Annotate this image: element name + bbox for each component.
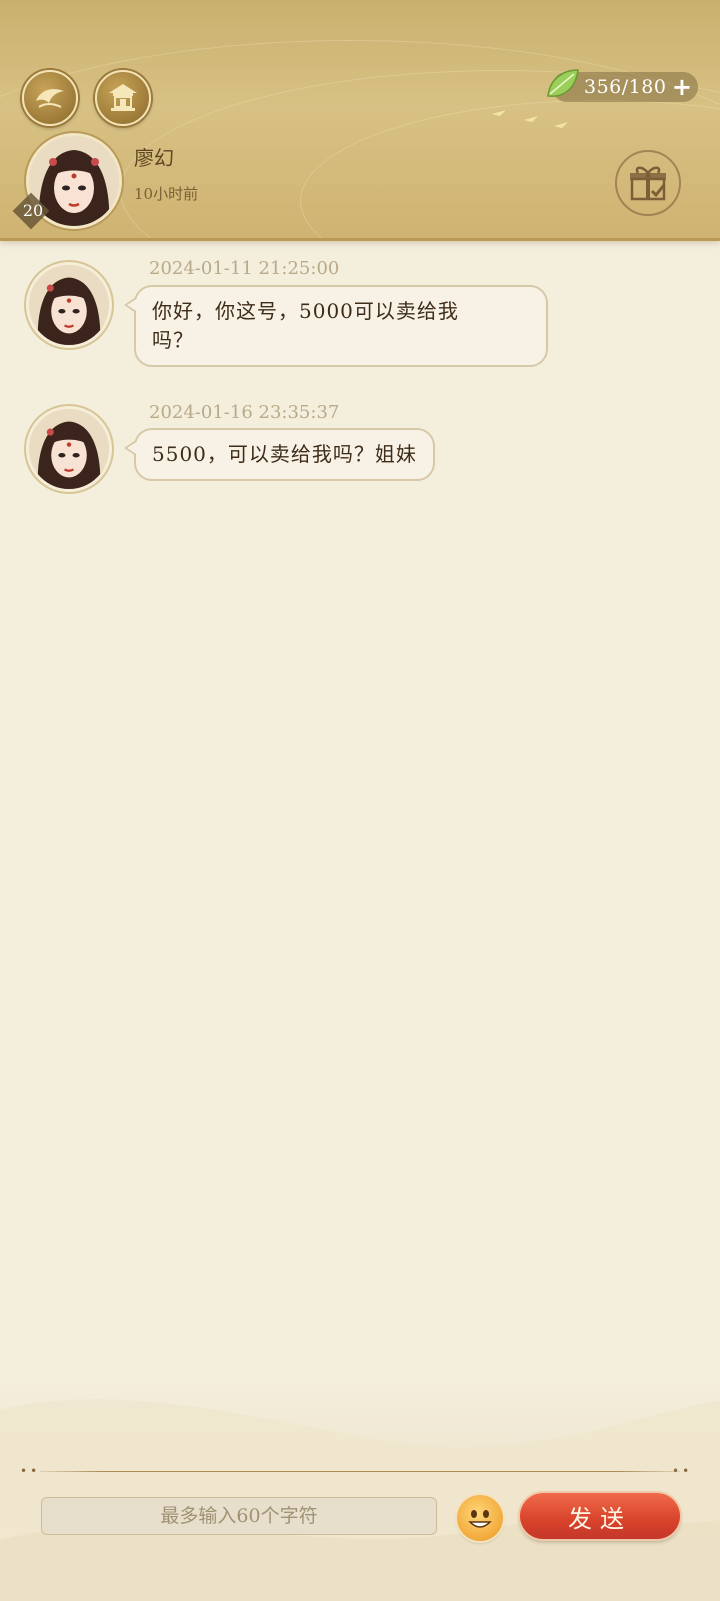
message-input[interactable] [41, 1497, 437, 1535]
stamina-value: 356/180 [584, 76, 667, 98]
add-stamina-button[interactable]: + [672, 73, 692, 101]
birds-decoration [492, 110, 568, 128]
divider-dots: •• [672, 1464, 693, 1478]
send-button[interactable]: 发送 [520, 1493, 680, 1539]
sender-avatar[interactable] [26, 262, 112, 348]
wave-decoration [0, 1399, 720, 1601]
message-bubble[interactable]: 5500，可以卖给我吗？姐妹 [124, 428, 435, 481]
message-text-line: 你好，你这号，5000可以卖给我 [152, 299, 459, 323]
story-icon [36, 89, 64, 108]
leaf-icon [547, 69, 579, 97]
portrait-image [29, 265, 109, 345]
last-seen-text: 10小时前 [134, 185, 199, 203]
emoji-button[interactable] [457, 1495, 503, 1541]
pavilion-icon [109, 84, 137, 111]
message-timestamp: 2024-01-11 21:25:00 [149, 258, 340, 279]
stamina-counter: 356/180 + [547, 69, 698, 102]
emoji-icon [468, 1510, 492, 1528]
story-button[interactable] [22, 70, 78, 126]
input-area-background [0, 1380, 720, 1601]
chat-header: 356/180 + 20 廖幻 10小时前 [0, 0, 720, 241]
pavilion-button[interactable] [95, 70, 151, 126]
level-value: 20 [22, 201, 44, 220]
divider-dots: •• [20, 1464, 41, 1478]
contact-name: 廖幻 [134, 146, 174, 170]
sender-avatar[interactable] [26, 406, 112, 492]
input-divider [40, 1471, 680, 1472]
gift-icon [630, 166, 666, 201]
message-bubble[interactable]: 你好，你这号，5000可以卖给我 吗？ [124, 285, 548, 367]
message-text-line: 吗？ [152, 328, 194, 352]
level-badge: 20 [12, 192, 50, 230]
message-text-line: 5500，可以卖给我吗？姐妹 [152, 442, 417, 466]
message-timestamp: 2024-01-16 23:35:37 [149, 402, 340, 423]
portrait-image [29, 409, 109, 489]
message-list[interactable]: 2024-01-11 21:25:00 你好，你这号，5000可以卖给我 吗？ … [0, 241, 720, 1431]
gift-button[interactable] [615, 150, 681, 216]
